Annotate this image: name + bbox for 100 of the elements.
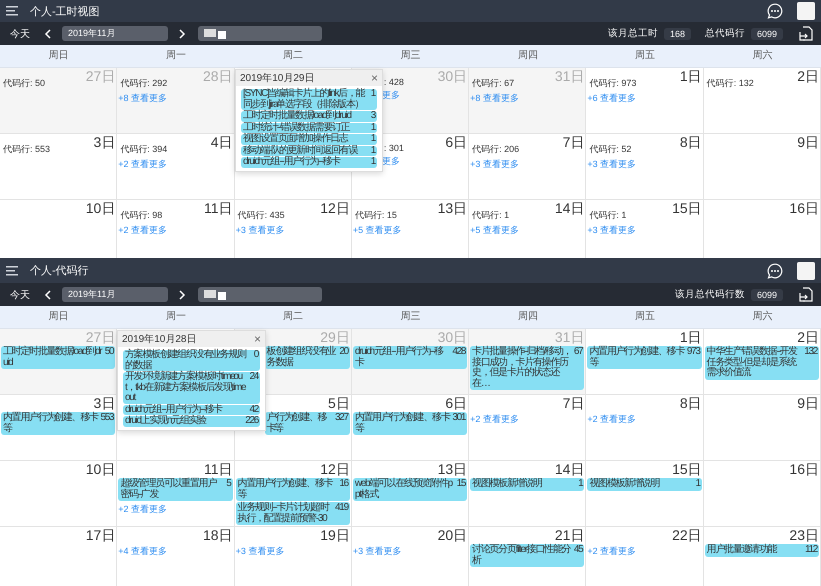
export-icon[interactable] bbox=[799, 286, 813, 302]
more-link[interactable]: +3 查看更多 bbox=[470, 158, 584, 171]
day-cell[interactable]: 代码行: 1 14日 +5 查看更多 bbox=[469, 200, 586, 258]
event-chip[interactable]: 户行为 创建、移卡 等 327 bbox=[264, 412, 350, 435]
more-link[interactable]: +3 查看更多 bbox=[236, 224, 350, 237]
more-link[interactable]: +3 查看更多 bbox=[236, 545, 350, 558]
event-chip[interactable]: druid n元组--用户行为--移卡 428 bbox=[352, 346, 468, 369]
day-cell[interactable]: 代码行: 50 27日 bbox=[0, 68, 118, 134]
day-cell[interactable]: 9日 bbox=[704, 395, 821, 461]
event-chip[interactable]: 中华生产错误数据-- 开发任务类型-但是却是系统需求价值流 132 bbox=[704, 346, 819, 380]
day-cell[interactable]: 16日 bbox=[704, 200, 821, 258]
event-chip[interactable]: 内置用户行为 创建、移卡等 16 bbox=[236, 478, 350, 501]
close-button[interactable]: × bbox=[370, 72, 378, 84]
day-cell[interactable]: 代码行: 292 28日 +8 查看更多 bbox=[117, 68, 235, 134]
export-icon[interactable] bbox=[799, 26, 813, 42]
event-chip[interactable]: druid上实现n元组实验 226 bbox=[123, 416, 260, 426]
today-button[interactable]: 今天 bbox=[10, 26, 30, 40]
today-button[interactable]: 今天 bbox=[10, 288, 30, 302]
event-chip[interactable]: 工时定时批量数据load到druid 50 bbox=[1, 346, 116, 369]
chevron-left-icon[interactable] bbox=[44, 28, 52, 38]
more-link[interactable]: +2 查看更多 bbox=[118, 158, 233, 171]
day-cell[interactable]: 7日 +2 查看更多 bbox=[469, 395, 586, 461]
day-cell[interactable]: 18日 +4 查看更多 bbox=[117, 527, 235, 586]
chevron-right-icon[interactable] bbox=[178, 290, 186, 300]
day-cell[interactable]: 代码行: 132 2日 bbox=[704, 68, 821, 134]
more-link[interactable]: +6 查看更多 bbox=[587, 92, 702, 105]
event-chip[interactable]: 方案模板创建组织没有 业务规则的数据 0 bbox=[123, 350, 260, 371]
event-chip[interactable]: 视图设置页面增加操作日志 1 bbox=[241, 134, 377, 144]
more-link[interactable]: +3 查看更多 bbox=[587, 158, 702, 171]
more-link[interactable]: +2 查看更多 bbox=[470, 413, 584, 426]
day-cell[interactable]: 6日 内置用户行为 创建、移卡等 301 bbox=[352, 395, 470, 461]
event-chip[interactable]: 卡片批量操作 -- 归档/移动，接口成功，卡片有操作历史，但是卡片的状态还在… 67 bbox=[470, 346, 584, 390]
menu-icon[interactable] bbox=[6, 266, 18, 276]
day-cell[interactable]: 代码行: 553 3日 bbox=[0, 134, 118, 200]
day-cell[interactable]: 代码行: 394 4日 +2 查看更多 bbox=[117, 134, 235, 200]
day-cell[interactable]: 11日 超级管理员可以重置用户密码-- 广发 5 +2 查看更多 bbox=[117, 461, 235, 527]
event-title: 板创建组织没有 业务数据 bbox=[266, 347, 337, 368]
day-cell[interactable]: 23日 用户批量邀请功能 112 bbox=[704, 527, 821, 586]
chat-icon[interactable] bbox=[767, 262, 783, 278]
event-chip[interactable]: 业务规则--卡片计划超时执行，配置提前预警-30 419 bbox=[236, 502, 350, 525]
day-cell[interactable]: 30日 druid n元组--用户行为--移卡 428 bbox=[352, 329, 470, 395]
day-cell[interactable]: 14日 视图模板新增说明 1 bbox=[469, 461, 586, 527]
day-cell[interactable]: 8日 +2 查看更多 bbox=[586, 395, 704, 461]
redacted-field[interactable] bbox=[198, 26, 322, 41]
more-link[interactable]: +2 查看更多 bbox=[118, 224, 233, 237]
event-chip[interactable]: 移动端-队 的更新时间返回有误 1 bbox=[241, 146, 377, 156]
month-field[interactable]: 2019年11月 bbox=[62, 26, 168, 41]
event-chip[interactable]: 讨论页分页filter接口性能分析 45 bbox=[470, 544, 584, 567]
chat-icon[interactable] bbox=[767, 3, 783, 19]
day-cell[interactable]: 代码行: 973 1日 +6 查看更多 bbox=[586, 68, 704, 134]
day-cell[interactable]: 代码行: 98 11日 +2 查看更多 bbox=[117, 200, 235, 258]
more-link[interactable]: +2 查看更多 bbox=[587, 413, 702, 426]
event-chip[interactable]: web端可以在线预览附件ppt格式 15 bbox=[352, 478, 468, 501]
day-cell[interactable]: 代码行: 67 31日 +8 查看更多 bbox=[469, 68, 586, 134]
day-cell[interactable]: 10日 bbox=[0, 461, 118, 527]
more-link[interactable]: +2 查看更多 bbox=[587, 545, 702, 558]
day-cell[interactable]: 9日 bbox=[704, 134, 821, 200]
close-button[interactable]: × bbox=[254, 333, 261, 345]
day-cell[interactable]: 2日 中华生产错误数据-- 开发任务类型-但是却是系统需求价值流 132 bbox=[704, 329, 821, 395]
day-cell[interactable]: 22日 +2 查看更多 bbox=[586, 527, 704, 586]
event-chip[interactable]: 内置用户行为 创建、移卡等 553 bbox=[1, 412, 116, 435]
day-cell[interactable]: 代码行: 435 12日 +3 查看更多 bbox=[234, 200, 352, 258]
more-link[interactable]: +5 查看更多 bbox=[470, 224, 584, 237]
more-link[interactable]: +5 查看更多 bbox=[352, 224, 468, 237]
day-cell[interactable]: 16日 bbox=[704, 461, 821, 527]
chevron-right-icon[interactable] bbox=[178, 28, 186, 38]
day-cell[interactable]: 19日 +3 查看更多 bbox=[234, 527, 352, 586]
more-link[interactable]: 更多 bbox=[382, 155, 468, 168]
day-cell[interactable]: 31日 卡片批量操作 -- 归档/移动，接口成功，卡片有操作历史，但是卡片的状态还在… 67 bbox=[469, 329, 586, 395]
chevron-left-icon[interactable] bbox=[44, 290, 52, 300]
day-cell[interactable]: 12日 内置用户行为 创建、移卡等 16 业务规则--卡片计划超时执行，配置提前预警-30 419 bbox=[234, 461, 352, 527]
day-cell[interactable]: 代码行: 1 15日 +3 查看更多 bbox=[586, 200, 704, 258]
day-cell[interactable]: 13日 web端可以在线预览附件ppt格式 15 bbox=[352, 461, 470, 527]
event-chip[interactable]: 用户批量邀请功能 112 bbox=[704, 544, 819, 556]
event-chip[interactable]: 内置用户行为 创建、移卡等 973 bbox=[587, 346, 702, 369]
day-cell[interactable]: 27日 工时定时批量数据load到druid 50 bbox=[0, 329, 118, 395]
event-chip[interactable]: 内置用户行为 创建、移卡等 301 bbox=[352, 412, 468, 435]
day-cell[interactable]: 20日 +3 查看更多 bbox=[352, 527, 470, 586]
event-chip[interactable]: druid n元组--用户行为--移卡 42 bbox=[123, 404, 260, 415]
event-chip[interactable]: 视图模板新增说明 1 bbox=[587, 478, 702, 490]
event-chip[interactable]: 板创建组织没有 业务数据 20 bbox=[264, 346, 350, 369]
event-chip[interactable]: 视图模板新增说明 1 bbox=[470, 478, 584, 490]
day-cell[interactable]: 15日 视图模板新增说明 1 bbox=[586, 461, 704, 527]
avatar[interactable] bbox=[797, 262, 815, 280]
day-cell[interactable]: 3日 内置用户行为 创建、移卡等 553 bbox=[0, 395, 118, 461]
event-chip[interactable]: 超级管理员可以重置用户密码-- 广发 5 bbox=[118, 478, 233, 501]
day-cell[interactable]: 21日 讨论页分页filter接口性能分析 45 bbox=[469, 527, 586, 586]
month-field[interactable]: 2019年11月 bbox=[62, 287, 168, 302]
more-link[interactable]: +3 查看更多 bbox=[352, 545, 468, 558]
day-cell[interactable]: 代码行: 52 8日 +3 查看更多 bbox=[586, 134, 704, 200]
more-link[interactable]: +4 查看更多 bbox=[118, 545, 233, 558]
event-chip[interactable]: druid n元组--用户行为--移卡 1 bbox=[241, 157, 377, 168]
menu-icon[interactable] bbox=[6, 6, 18, 16]
event-chip[interactable]: 开发环境新建方案模板时time out，tkb在新建方案模板后发现time out 24 bbox=[123, 372, 260, 404]
day-cell[interactable]: 代码行: 15 13日 +5 查看更多 bbox=[352, 200, 470, 258]
redacted-field[interactable] bbox=[198, 287, 322, 302]
more-link[interactable]: +3 查看更多 bbox=[587, 224, 702, 237]
day-cell[interactable]: 代码行: 206 7日 +3 查看更多 bbox=[469, 134, 586, 200]
more-link[interactable]: +2 查看更多 bbox=[118, 503, 233, 516]
day-cell[interactable]: 1日 内置用户行为 创建、移卡等 973 bbox=[586, 329, 704, 395]
